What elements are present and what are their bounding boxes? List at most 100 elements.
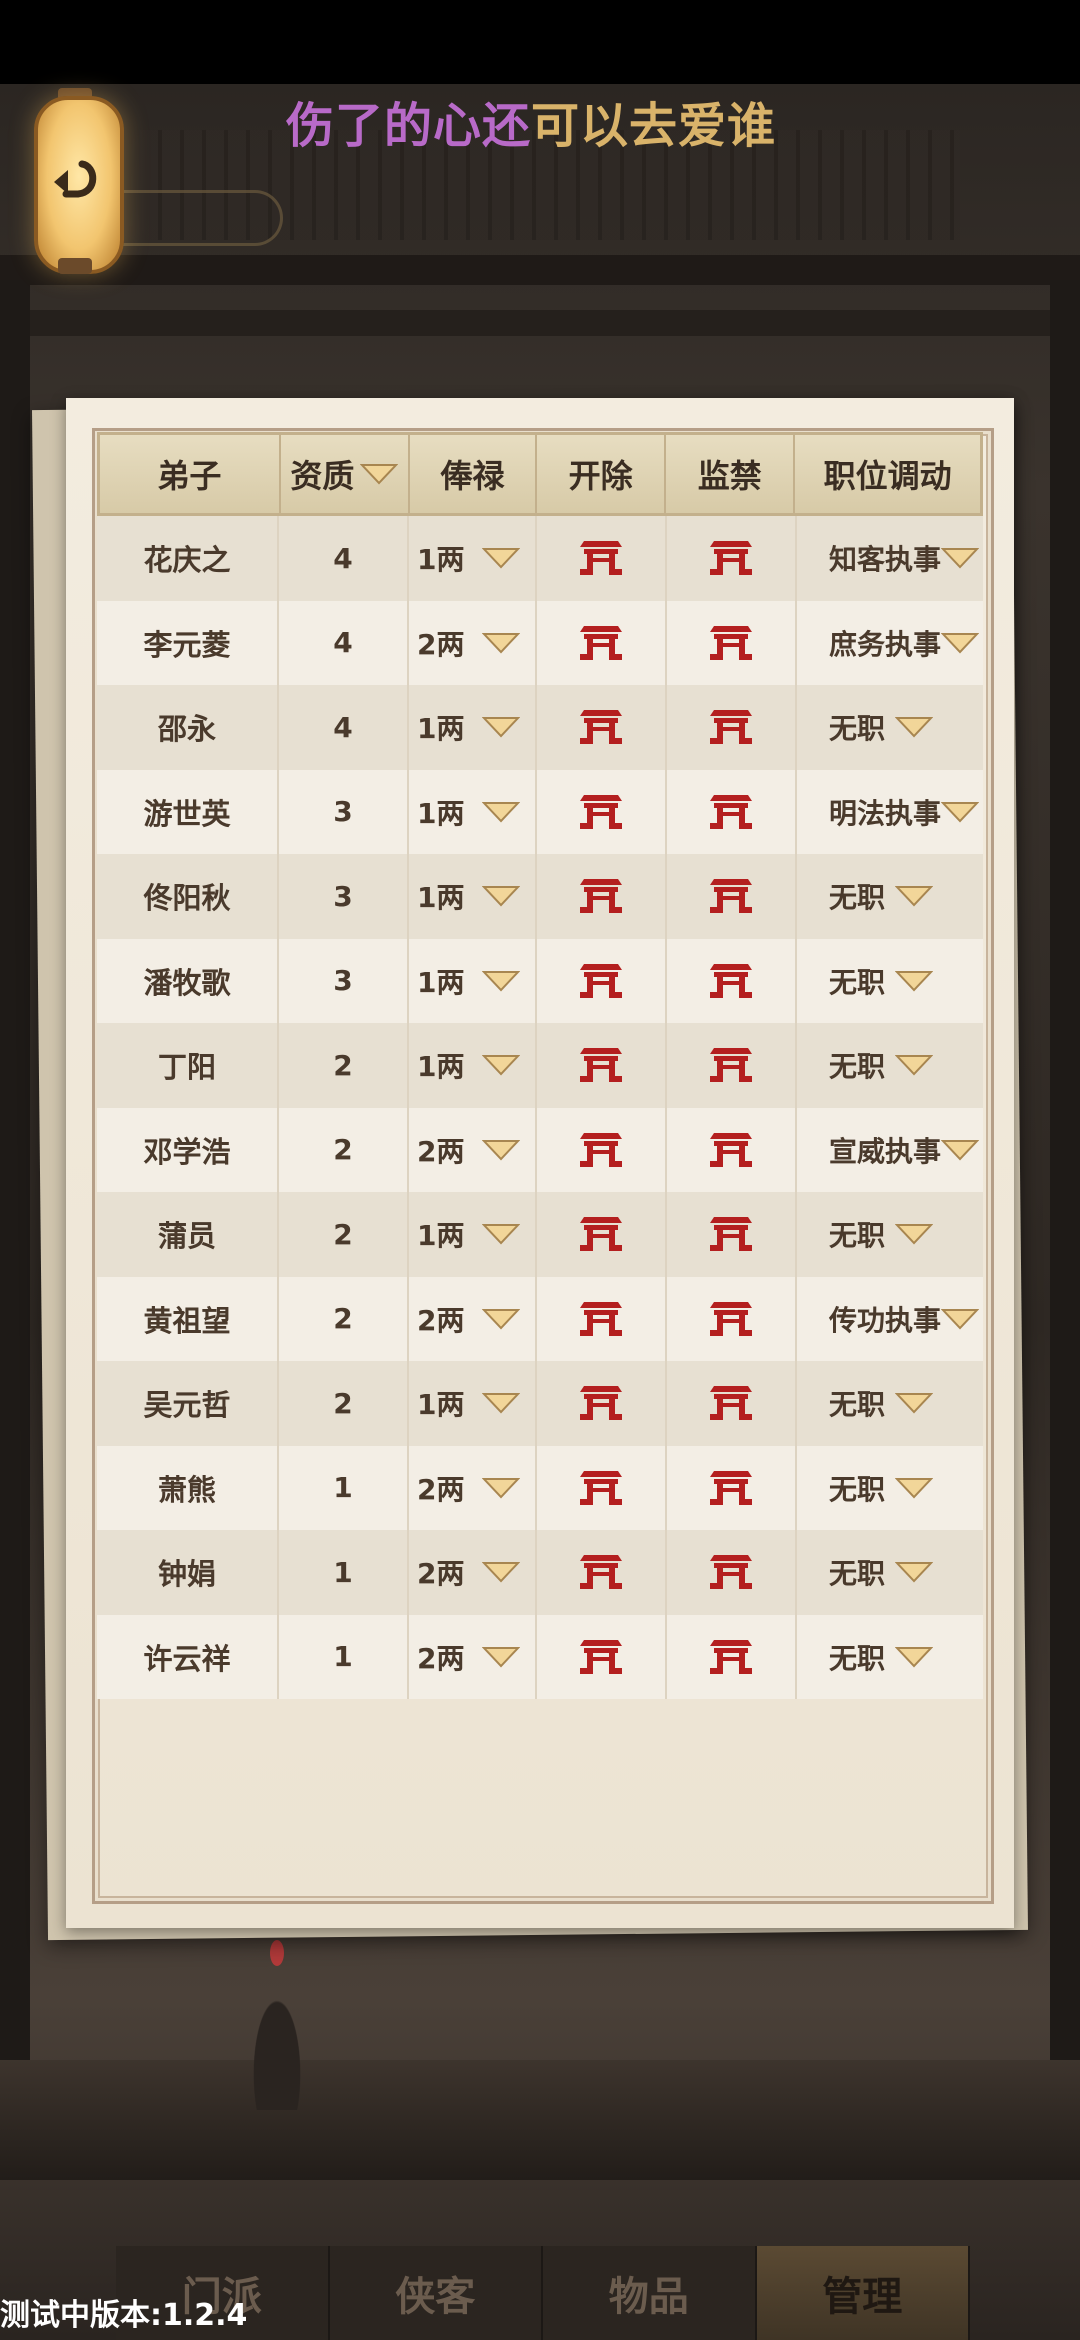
dropdown-icon[interactable] <box>482 715 521 739</box>
gate-icon <box>708 624 754 662</box>
dropdown-icon[interactable] <box>482 1645 521 1669</box>
imprison-button[interactable] <box>667 1276 797 1361</box>
salary-cell[interactable]: 2两 <box>409 1614 537 1699</box>
imprison-button[interactable] <box>667 938 797 1023</box>
position-cell[interactable]: 无职 <box>797 1361 983 1446</box>
salary-cell[interactable]: 1两 <box>409 854 537 939</box>
dropdown-icon[interactable] <box>482 1138 521 1162</box>
dismiss-button[interactable] <box>537 1445 667 1530</box>
dropdown-icon[interactable] <box>482 631 521 655</box>
imprison-button[interactable] <box>667 600 797 685</box>
imprison-button[interactable] <box>667 516 797 601</box>
dropdown-icon[interactable] <box>482 546 521 570</box>
dropdown-icon[interactable] <box>482 1560 521 1584</box>
dropdown-icon[interactable] <box>895 715 933 739</box>
dropdown-icon[interactable] <box>895 1222 933 1246</box>
gate-icon <box>708 1215 754 1253</box>
salary-cell[interactable]: 1两 <box>409 1192 537 1277</box>
position-cell[interactable]: 无职 <box>797 939 983 1024</box>
position-cell[interactable]: 庶务执事 <box>797 601 983 686</box>
dropdown-icon[interactable] <box>482 1476 521 1500</box>
salary-cell[interactable]: 2两 <box>409 1445 537 1530</box>
dismiss-button[interactable] <box>537 1192 667 1277</box>
dismiss-button[interactable] <box>537 516 667 601</box>
salary-cell[interactable]: 2两 <box>409 1530 537 1615</box>
salary-cell[interactable]: 2两 <box>409 1107 537 1192</box>
dropdown-icon[interactable] <box>895 969 933 993</box>
dropdown-icon[interactable] <box>941 1138 980 1162</box>
imprison-button[interactable] <box>667 1614 797 1699</box>
sort-dropdown-icon[interactable] <box>360 462 399 486</box>
dropdown-icon[interactable] <box>941 1307 980 1331</box>
dropdown-icon[interactable] <box>941 631 980 655</box>
salary-cell[interactable]: 2两 <box>409 600 537 685</box>
dismiss-button[interactable] <box>537 1614 667 1699</box>
position-value: 无职 <box>829 1388 886 1422</box>
salary-cell[interactable]: 1两 <box>409 769 537 854</box>
position-cell[interactable]: 无职 <box>797 685 983 770</box>
dismiss-button[interactable] <box>537 1361 667 1446</box>
tab-manage[interactable]: 管理 <box>756 2246 970 2340</box>
position-cell[interactable]: 无职 <box>797 1192 983 1277</box>
dropdown-icon[interactable] <box>895 1053 933 1077</box>
dropdown-icon[interactable] <box>941 800 980 824</box>
position-cell[interactable]: 无职 <box>797 1530 983 1615</box>
tab-heroes[interactable]: 侠客 <box>330 2246 543 2340</box>
imprison-button[interactable] <box>667 769 797 854</box>
position-cell[interactable]: 无职 <box>797 1446 983 1531</box>
dismiss-button[interactable] <box>537 1107 667 1192</box>
dismiss-button[interactable] <box>537 600 667 685</box>
salary-cell[interactable]: 1两 <box>409 938 537 1023</box>
position-cell[interactable]: 传功执事 <box>797 1277 983 1362</box>
back-arrow-icon[interactable] <box>42 148 106 212</box>
disciple-name: 钟娟 <box>97 1530 279 1615</box>
dropdown-icon[interactable] <box>482 800 521 824</box>
imprison-button[interactable] <box>667 1023 797 1108</box>
dropdown-icon[interactable] <box>482 1391 521 1415</box>
position-cell[interactable]: 无职 <box>797 1023 983 1108</box>
dismiss-button[interactable] <box>537 769 667 854</box>
imprison-button[interactable] <box>667 1530 797 1615</box>
imprison-button[interactable] <box>667 1361 797 1446</box>
dismiss-button[interactable] <box>537 1276 667 1361</box>
dropdown-icon[interactable] <box>895 1645 933 1669</box>
salary-cell[interactable]: 1两 <box>409 685 537 770</box>
position-cell[interactable]: 宣威执事 <box>797 1108 983 1193</box>
disciple-name: 许云祥 <box>97 1614 279 1699</box>
salary-cell[interactable]: 1两 <box>409 1023 537 1108</box>
imprison-button[interactable] <box>667 685 797 770</box>
dismiss-button[interactable] <box>537 938 667 1023</box>
gate-icon <box>708 708 754 746</box>
position-cell[interactable]: 知客执事 <box>797 516 983 601</box>
position-cell[interactable]: 无职 <box>797 1615 983 1700</box>
salary-cell[interactable]: 2两 <box>409 1276 537 1361</box>
salary-cell[interactable]: 1两 <box>409 1361 537 1446</box>
imprison-button[interactable] <box>667 1192 797 1277</box>
header-aptitude[interactable]: 资质 <box>281 435 410 513</box>
dropdown-icon[interactable] <box>482 969 521 993</box>
marquee-part-a: 伤了的心还 <box>286 98 532 154</box>
dismiss-button[interactable] <box>537 854 667 939</box>
tab-items[interactable]: 物品 <box>543 2246 757 2340</box>
salary-value: 2两 <box>417 1303 465 1337</box>
imprison-button[interactable] <box>667 854 797 939</box>
dropdown-icon[interactable] <box>482 1222 521 1246</box>
salary-cell[interactable]: 1两 <box>409 516 537 601</box>
dropdown-icon[interactable] <box>482 1053 521 1077</box>
dropdown-icon[interactable] <box>941 546 980 570</box>
dropdown-icon[interactable] <box>895 1560 933 1584</box>
dropdown-icon[interactable] <box>895 1476 933 1500</box>
dropdown-icon[interactable] <box>895 884 933 908</box>
position-cell[interactable]: 明法执事 <box>797 770 983 855</box>
dismiss-button[interactable] <box>537 685 667 770</box>
gate-icon <box>708 877 754 915</box>
dismiss-button[interactable] <box>537 1023 667 1108</box>
imprison-button[interactable] <box>667 1107 797 1192</box>
dropdown-icon[interactable] <box>482 1307 521 1331</box>
disciple-name: 邵永 <box>97 685 279 770</box>
dismiss-button[interactable] <box>537 1530 667 1615</box>
dropdown-icon[interactable] <box>895 1391 933 1415</box>
imprison-button[interactable] <box>667 1445 797 1530</box>
dropdown-icon[interactable] <box>482 884 521 908</box>
position-cell[interactable]: 无职 <box>797 854 983 939</box>
